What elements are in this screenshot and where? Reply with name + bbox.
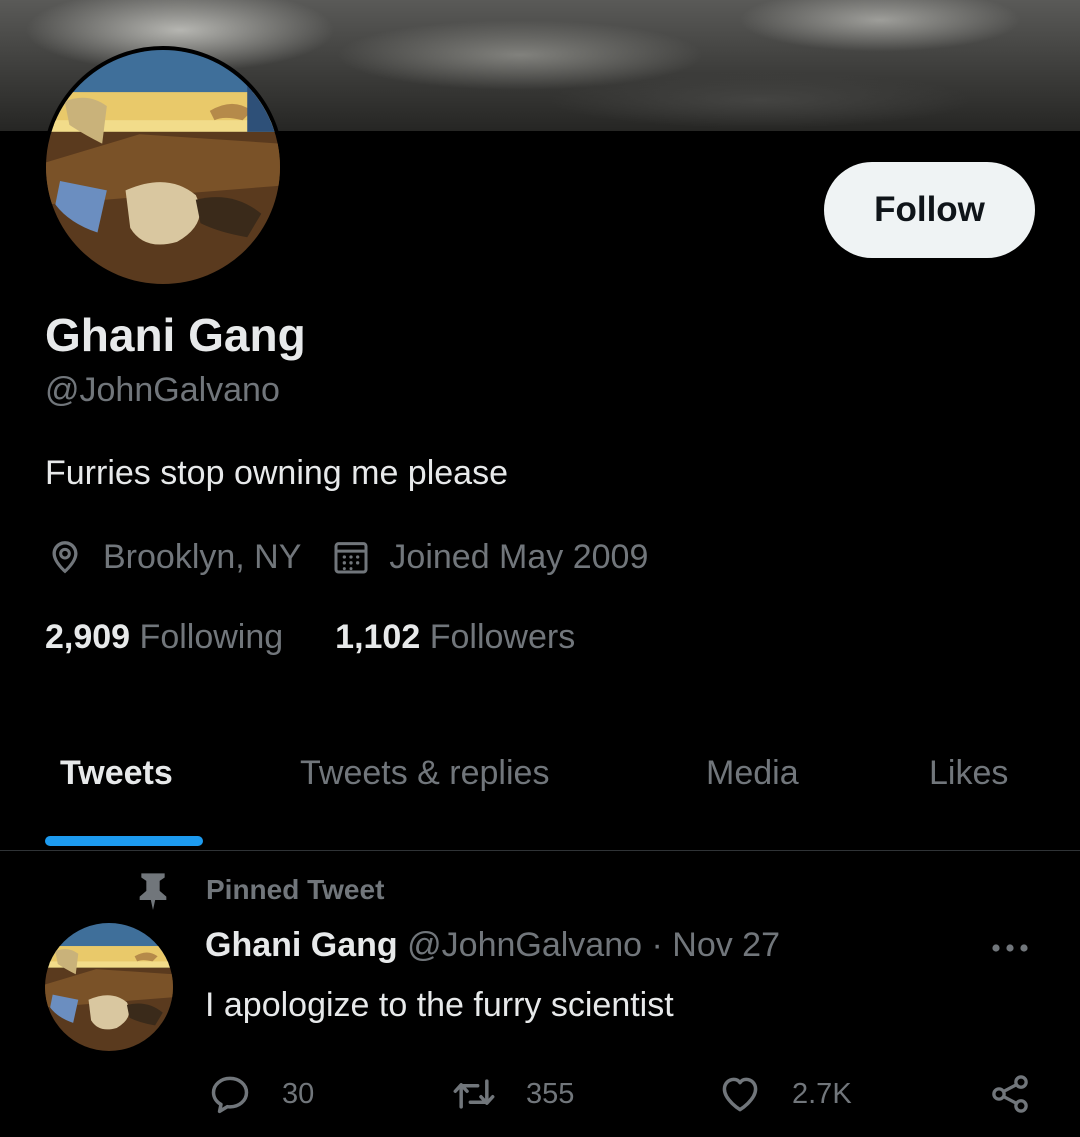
retweet-button[interactable]: 355 xyxy=(452,1070,574,1118)
tab-tweets-replies[interactable]: Tweets & replies xyxy=(300,754,549,793)
followers-label: Followers xyxy=(429,618,576,656)
active-tab-indicator xyxy=(45,836,203,846)
profile-location: Brooklyn, NY xyxy=(45,537,301,577)
more-icon[interactable] xyxy=(988,932,1032,964)
pushpin-icon xyxy=(139,873,167,910)
following-label: Following xyxy=(139,618,284,656)
location-text: Brooklyn, NY xyxy=(103,537,302,576)
share-button[interactable] xyxy=(988,1070,1032,1118)
like-count: 2.7K xyxy=(792,1077,852,1110)
following-count: 2,909 xyxy=(45,618,131,656)
like-button[interactable]: 2.7K xyxy=(718,1070,852,1118)
profile-stats: 2,909 Following 1,102 Followers xyxy=(45,618,627,657)
retweet-icon xyxy=(453,1079,495,1109)
joined-text: Joined May 2009 xyxy=(389,537,649,576)
profile-tabs: Tweets Tweets & replies Media Likes xyxy=(0,740,1080,851)
calendar-icon xyxy=(334,542,368,574)
tweet-header: Ghani Gang @JohnGalvano · Nov 27 xyxy=(205,926,780,965)
tweet-author-name[interactable]: Ghani Gang xyxy=(205,926,398,964)
following-stat[interactable]: 2,909 Following xyxy=(45,618,283,657)
tab-tweets[interactable]: Tweets xyxy=(60,754,173,793)
retweet-count: 355 xyxy=(526,1077,575,1110)
profile-meta: Brooklyn, NY Joined May 2009 xyxy=(45,534,678,580)
tweet-separator: · xyxy=(651,926,663,964)
location-pin-icon xyxy=(52,541,78,574)
pinned-tweet-label: Pinned Tweet xyxy=(136,870,384,910)
share-icon xyxy=(992,1075,1028,1113)
heart-icon xyxy=(722,1077,758,1112)
tweet-author-avatar[interactable] xyxy=(45,923,173,1051)
tab-media[interactable]: Media xyxy=(706,754,799,793)
reply-button[interactable]: 30 xyxy=(208,1070,314,1118)
profile-joined: Joined May 2009 xyxy=(331,537,648,577)
tweet-text: I apologize to the furry scientist xyxy=(205,986,674,1024)
followers-stat[interactable]: 1,102 Followers xyxy=(335,618,575,657)
reply-count: 30 xyxy=(282,1077,315,1110)
profile-bio: Furries stop owning me please xyxy=(45,454,509,492)
profile-display-name: Ghani Gang xyxy=(45,309,306,361)
tab-likes[interactable]: Likes xyxy=(929,754,1008,793)
followers-count: 1,102 xyxy=(335,618,421,656)
reply-icon xyxy=(211,1076,249,1114)
profile-handle: @JohnGalvano xyxy=(45,371,280,409)
profile-avatar[interactable] xyxy=(42,46,284,288)
tweet-date[interactable]: Nov 27 xyxy=(672,926,780,964)
pinned-text: Pinned Tweet xyxy=(206,874,385,905)
tweet-author-handle[interactable]: @JohnGalvano xyxy=(407,926,642,964)
follow-button[interactable]: Follow xyxy=(824,162,1035,258)
